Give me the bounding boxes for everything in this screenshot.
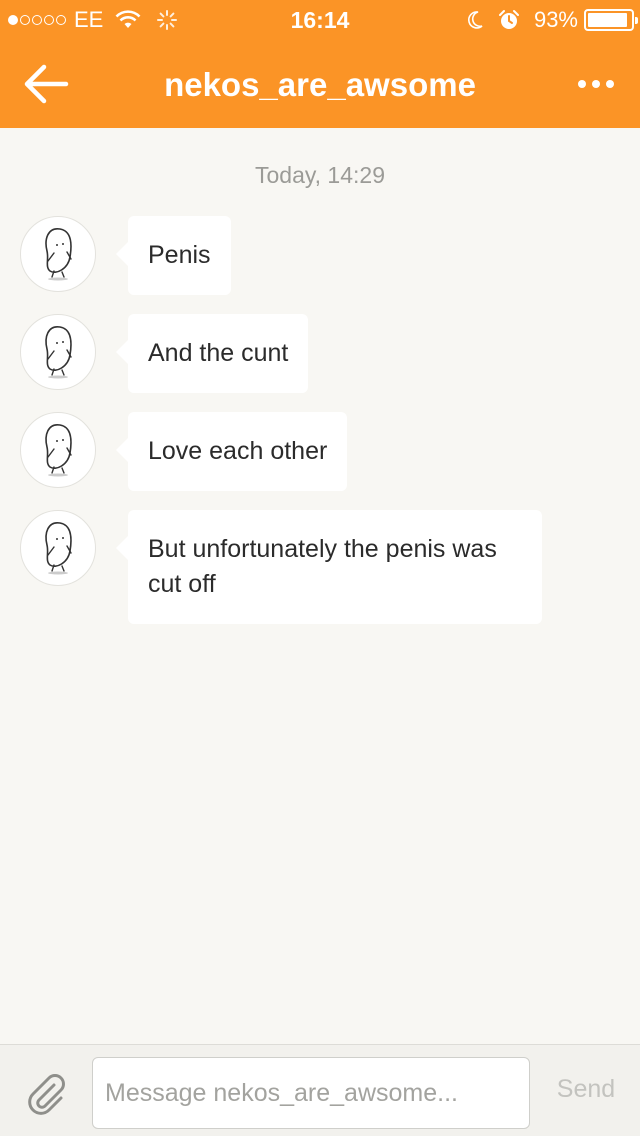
bean-mascot-icon [45,228,72,281]
message-bubble: And the cunt [115,314,309,393]
attach-button[interactable] [24,1071,68,1115]
avatar[interactable] [20,510,96,586]
send-button[interactable]: Send [546,1075,626,1104]
chat-header: nekos_are_awsome [0,40,640,128]
status-right: 93% [466,7,638,32]
bean-mascot-icon [45,326,72,379]
arrow-left-icon [24,64,69,104]
message-bubble: Love each other [115,412,348,491]
chat-screen: EE 16:14 93% nekos_are_awsome Today, 14:… [0,0,640,1136]
more-dots-icon [578,80,614,88]
bean-mascot-icon [45,424,72,477]
battery-fill [588,13,628,27]
message-composer: Send [0,1044,640,1136]
message-input[interactable] [92,1057,530,1129]
more-options-button[interactable] [576,74,616,94]
avatar[interactable] [20,314,96,390]
status-bar: EE 16:14 93% [0,0,640,40]
avatar[interactable] [20,216,96,292]
battery-percentage: 93% [533,7,578,32]
moon-icon [467,11,483,29]
alarm-clock-icon [498,10,519,29]
message-bubble: Penis [116,216,231,295]
bean-mascot-icon [45,522,72,575]
avatar[interactable] [20,412,96,488]
paperclip-icon [28,1074,65,1115]
conversation-timestamp: Today, 14:29 [254,162,385,188]
battery-icon [584,9,638,31]
chat-title: nekos_are_awsome [164,66,476,103]
back-button[interactable] [22,62,70,106]
message-bubble: But unfortunately the penis was cut off [116,510,542,624]
